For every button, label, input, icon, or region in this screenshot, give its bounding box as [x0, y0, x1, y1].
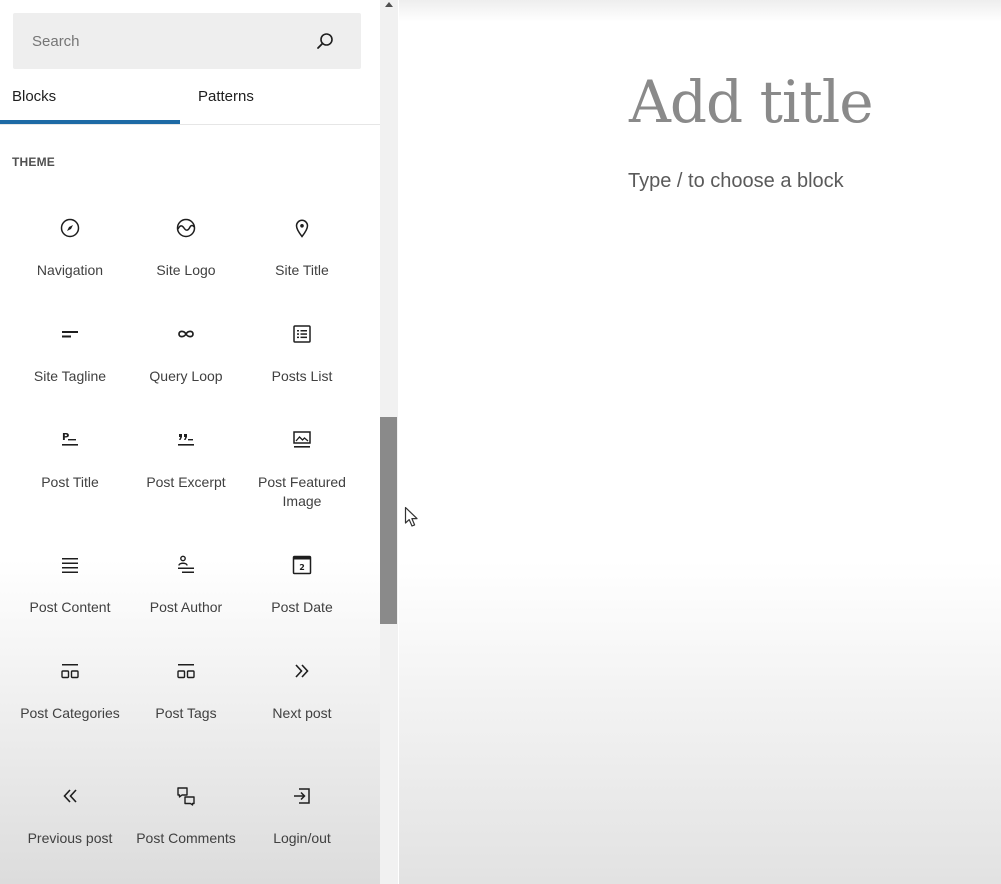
inserter-tabs: Blocks Patterns	[0, 70, 380, 125]
svg-text:2: 2	[299, 563, 305, 572]
tab-patterns[interactable]: Patterns	[180, 70, 380, 124]
block-item-post-comments[interactable]: Post Comments	[128, 758, 244, 864]
double-chevron-left-icon	[58, 784, 82, 808]
scrollbar-thumb[interactable]	[380, 417, 397, 624]
block-item-site-logo[interactable]: Site Logo	[128, 190, 244, 296]
block-item-post-author[interactable]: Post Author	[128, 527, 244, 633]
block-label: Posts List	[271, 368, 333, 384]
search-box	[13, 13, 361, 69]
block-label: Post Content	[29, 599, 111, 615]
search-input[interactable]	[13, 13, 303, 69]
categories-icon	[58, 659, 82, 683]
block-label: Post Excerpt	[146, 474, 226, 490]
block-inserter-panel: Blocks Patterns THEME Navigation Site Lo…	[0, 0, 380, 884]
block-item-site-tagline[interactable]: Site Tagline	[12, 296, 128, 402]
block-label: Site Logo	[156, 262, 216, 278]
tab-blocks[interactable]: Blocks	[0, 70, 180, 124]
tagline-icon	[58, 322, 82, 346]
compass-icon	[58, 216, 82, 240]
loop-icon	[174, 322, 198, 346]
block-item-post-date[interactable]: 2 Post Date	[244, 527, 360, 633]
post-title-icon: P	[58, 428, 82, 452]
tags-icon	[174, 659, 198, 683]
block-label: Post Comments	[136, 830, 236, 846]
block-label: Site Tagline	[33, 368, 107, 384]
block-item-posts-list[interactable]: Posts List	[244, 296, 360, 402]
block-item-next-post[interactable]: Next post	[244, 633, 360, 758]
section-label-theme: THEME	[12, 155, 55, 169]
block-label: Next post	[272, 705, 332, 721]
block-item-post-tags[interactable]: Post Tags	[128, 633, 244, 758]
svg-text:P: P	[62, 432, 69, 443]
block-grid: Navigation Site Logo Site Title Site Tag…	[12, 190, 360, 864]
block-item-query-loop[interactable]: Query Loop	[128, 296, 244, 402]
comments-icon	[174, 784, 198, 808]
list-icon	[290, 322, 314, 346]
login-icon	[290, 784, 314, 808]
block-item-navigation[interactable]: Navigation	[12, 190, 128, 296]
block-label: Previous post	[27, 830, 113, 846]
block-label: Query Loop	[149, 368, 223, 384]
author-icon	[174, 553, 198, 577]
mouse-cursor-icon	[404, 506, 418, 527]
block-label: Post Categories	[20, 705, 120, 721]
block-item-previous-post[interactable]: Previous post	[12, 758, 128, 864]
block-item-site-title[interactable]: Site Title	[244, 190, 360, 296]
block-label: Post Title	[41, 474, 99, 490]
search-icon[interactable]	[315, 31, 335, 51]
featured-image-icon	[290, 428, 314, 452]
map-marker-icon	[290, 216, 314, 240]
align-justify-icon	[58, 553, 82, 577]
block-item-post-categories[interactable]: Post Categories	[12, 633, 128, 758]
editor-canvas: Add title Type / to choose a block	[399, 0, 1001, 884]
scroll-up-arrow-icon[interactable]	[385, 2, 393, 7]
block-item-login-out[interactable]: Login/out	[244, 758, 360, 864]
block-item-post-featured-image[interactable]: Post Featured Image	[244, 402, 360, 527]
block-label: Post Featured Image	[258, 474, 346, 509]
quote-icon	[174, 428, 198, 452]
block-item-post-content[interactable]: Post Content	[12, 527, 128, 633]
sidebar-scrollbar[interactable]	[380, 0, 398, 884]
block-label: Post Author	[149, 599, 223, 615]
block-appender-placeholder[interactable]: Type / to choose a block	[628, 170, 844, 193]
site-logo-icon	[174, 216, 198, 240]
block-label: Post Tags	[155, 705, 217, 721]
block-item-post-excerpt[interactable]: Post Excerpt	[128, 402, 244, 527]
block-item-post-title[interactable]: P Post Title	[12, 402, 128, 527]
double-chevron-right-icon	[290, 659, 314, 683]
block-label: Post Date	[271, 599, 333, 615]
calendar-icon: 2	[290, 553, 314, 577]
block-label: Login/out	[273, 830, 331, 846]
block-label: Navigation	[36, 262, 104, 278]
post-title-input[interactable]: Add title	[629, 68, 874, 136]
block-label: Site Title	[275, 262, 329, 278]
